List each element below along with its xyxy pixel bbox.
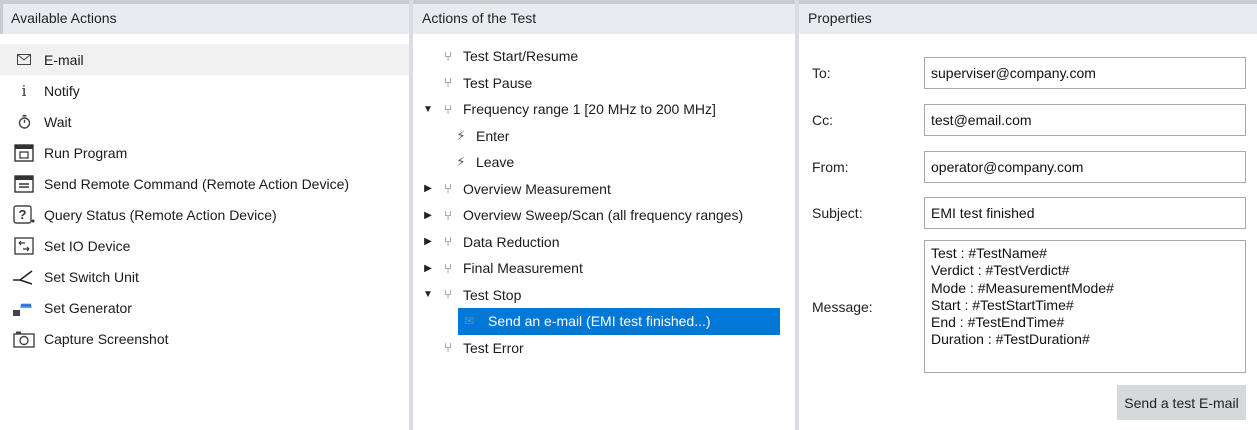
node-icon: ⑂ xyxy=(444,48,452,64)
available-item-set-generator[interactable]: Set Generator xyxy=(0,292,409,323)
cc-field[interactable] xyxy=(924,104,1246,136)
tree-item-label: Send an e-mail (EMI test finished...) xyxy=(488,313,711,330)
from-row: From: xyxy=(799,151,1257,183)
node-icon: ⑂ xyxy=(444,207,452,223)
tree-item-final-measurement[interactable]: ▶ ⑂ Final Measurement xyxy=(413,255,795,282)
properties-header: Properties xyxy=(799,0,1257,34)
tree-item-label: Overview Sweep/Scan (all frequency range… xyxy=(463,207,744,224)
expanded-arrow-icon[interactable]: ▼ xyxy=(421,289,435,300)
test-actions-panel: Actions of the Test ⑂ Test Start/Resume … xyxy=(413,0,795,430)
message-label: Message: xyxy=(812,298,873,315)
tree-item-label: Data Reduction xyxy=(463,233,560,250)
tree-item-label: Test Start/Resume xyxy=(463,48,579,65)
node-icon: ⑂ xyxy=(444,181,452,197)
tree-item-enter[interactable]: ⚡ Enter xyxy=(413,123,795,150)
available-item-label: Notify xyxy=(44,82,80,99)
node-icon: ⑂ xyxy=(444,287,452,303)
run-program-icon xyxy=(12,142,36,164)
tree-item-label: Leave xyxy=(476,154,515,171)
available-item-wait[interactable]: Wait xyxy=(0,106,409,137)
subject-field[interactable] xyxy=(924,197,1246,229)
query-status-icon: ? xyxy=(12,204,36,226)
tree-item-label: Test Stop xyxy=(463,286,522,303)
available-actions-panel: Available Actions E-mail i Notify Wait R… xyxy=(0,0,409,430)
available-item-label: Capture Screenshot xyxy=(44,330,169,347)
collapsed-arrow-icon[interactable]: ▶ xyxy=(421,236,435,247)
collapsed-arrow-icon[interactable]: ▶ xyxy=(421,183,435,194)
event-icon: ⚡ xyxy=(456,127,466,143)
tree-item-test-start-resume[interactable]: ⑂ Test Start/Resume xyxy=(413,43,795,70)
tree-item-test-error[interactable]: ⑂ Test Error xyxy=(413,335,795,362)
info-icon: i xyxy=(21,81,27,100)
available-item-set-switch-unit[interactable]: Set Switch Unit xyxy=(0,261,409,292)
timer-icon xyxy=(12,111,36,133)
available-item-label: Set Switch Unit xyxy=(44,268,139,285)
available-actions-header: Available Actions xyxy=(0,0,409,34)
tree-item-send-email[interactable]: ✉ Send an e-mail (EMI test finished...) xyxy=(413,308,795,335)
tree-item-overview-sweep-scan[interactable]: ▶ ⑂ Overview Sweep/Scan (all frequency r… xyxy=(413,202,795,229)
collapsed-arrow-icon[interactable]: ▶ xyxy=(421,210,435,221)
tree-item-test-stop[interactable]: ▼ ⑂ Test Stop xyxy=(413,282,795,309)
available-item-label: Wait xyxy=(44,113,72,130)
available-item-email[interactable]: E-mail xyxy=(0,44,409,75)
tree-item-frequency-range-1[interactable]: ▼ ⑂ Frequency range 1 [20 MHz to 200 MHz… xyxy=(413,96,795,123)
subject-label: Subject: xyxy=(812,205,863,221)
collapsed-arrow-icon[interactable]: ▶ xyxy=(421,263,435,274)
tree-item-label: Overview Measurement xyxy=(463,180,611,197)
available-actions-list: E-mail i Notify Wait Run Program Send Re… xyxy=(0,34,409,354)
email-action-icon: ✉ xyxy=(464,314,475,329)
expanded-arrow-icon[interactable]: ▼ xyxy=(421,104,435,115)
available-item-capture-screenshot[interactable]: Capture Screenshot xyxy=(0,323,409,354)
available-item-label: Send Remote Command (Remote Action Devic… xyxy=(44,175,350,192)
available-item-label: Run Program xyxy=(44,144,128,161)
tree-item-label: Test Pause xyxy=(463,74,533,91)
node-icon: ⑂ xyxy=(444,260,452,276)
from-label: From: xyxy=(812,159,849,175)
to-label: To: xyxy=(812,65,831,81)
to-field[interactable] xyxy=(924,57,1246,89)
switch-icon xyxy=(12,266,36,288)
available-item-send-remote-command[interactable]: Send Remote Command (Remote Action Devic… xyxy=(0,168,409,199)
subject-row: Subject: xyxy=(799,197,1257,229)
node-icon: ⑂ xyxy=(444,75,452,91)
available-item-label: Set Generator xyxy=(44,299,132,316)
tree-item-overview-measurement[interactable]: ▶ ⑂ Overview Measurement xyxy=(413,176,795,203)
remote-command-icon xyxy=(12,173,36,195)
available-item-query-status[interactable]: ? Query Status (Remote Action Device) xyxy=(0,199,409,230)
event-icon: ⚡ xyxy=(456,154,466,170)
send-test-email-button[interactable]: Send a test E-mail xyxy=(1117,385,1246,420)
tree-item-data-reduction[interactable]: ▶ ⑂ Data Reduction xyxy=(413,229,795,256)
camera-icon xyxy=(12,328,36,350)
test-actions-tree: ⑂ Test Start/Resume ⑂ Test Pause ▼ ⑂ Fre… xyxy=(413,34,795,361)
from-field[interactable] xyxy=(924,151,1246,183)
available-item-label: E-mail xyxy=(44,51,84,68)
tree-item-label: Final Measurement xyxy=(463,260,583,277)
svg-text:?: ? xyxy=(19,207,27,222)
test-actions-header: Actions of the Test xyxy=(413,0,795,34)
tree-item-label: Enter xyxy=(476,127,510,144)
node-icon: ⑂ xyxy=(444,340,452,356)
generator-icon xyxy=(12,297,36,319)
properties-panel: Properties To: Cc: From: Subject: Messag… xyxy=(799,0,1257,430)
available-item-label: Set IO Device xyxy=(44,237,131,254)
message-row: Message: Test : #TestName# Verdict : #Te… xyxy=(799,240,1257,373)
cc-label: Cc: xyxy=(812,112,833,128)
tree-item-label: Test Error xyxy=(463,339,524,356)
to-row: To: xyxy=(799,57,1257,89)
io-device-icon xyxy=(12,235,36,257)
envelope-icon xyxy=(12,49,36,71)
available-item-set-io-device[interactable]: Set IO Device xyxy=(0,230,409,261)
tree-item-label: Frequency range 1 [20 MHz to 200 MHz] xyxy=(463,101,716,118)
available-item-run-program[interactable]: Run Program xyxy=(0,137,409,168)
message-field[interactable]: Test : #TestName# Verdict : #TestVerdict… xyxy=(924,240,1246,373)
available-item-notify[interactable]: i Notify xyxy=(0,75,409,106)
node-icon: ⑂ xyxy=(444,234,452,250)
node-icon: ⑂ xyxy=(444,101,452,117)
cc-row: Cc: xyxy=(799,104,1257,136)
available-item-label: Query Status (Remote Action Device) xyxy=(44,206,277,223)
tree-item-test-pause[interactable]: ⑂ Test Pause xyxy=(413,70,795,97)
tree-item-leave[interactable]: ⚡ Leave xyxy=(413,149,795,176)
